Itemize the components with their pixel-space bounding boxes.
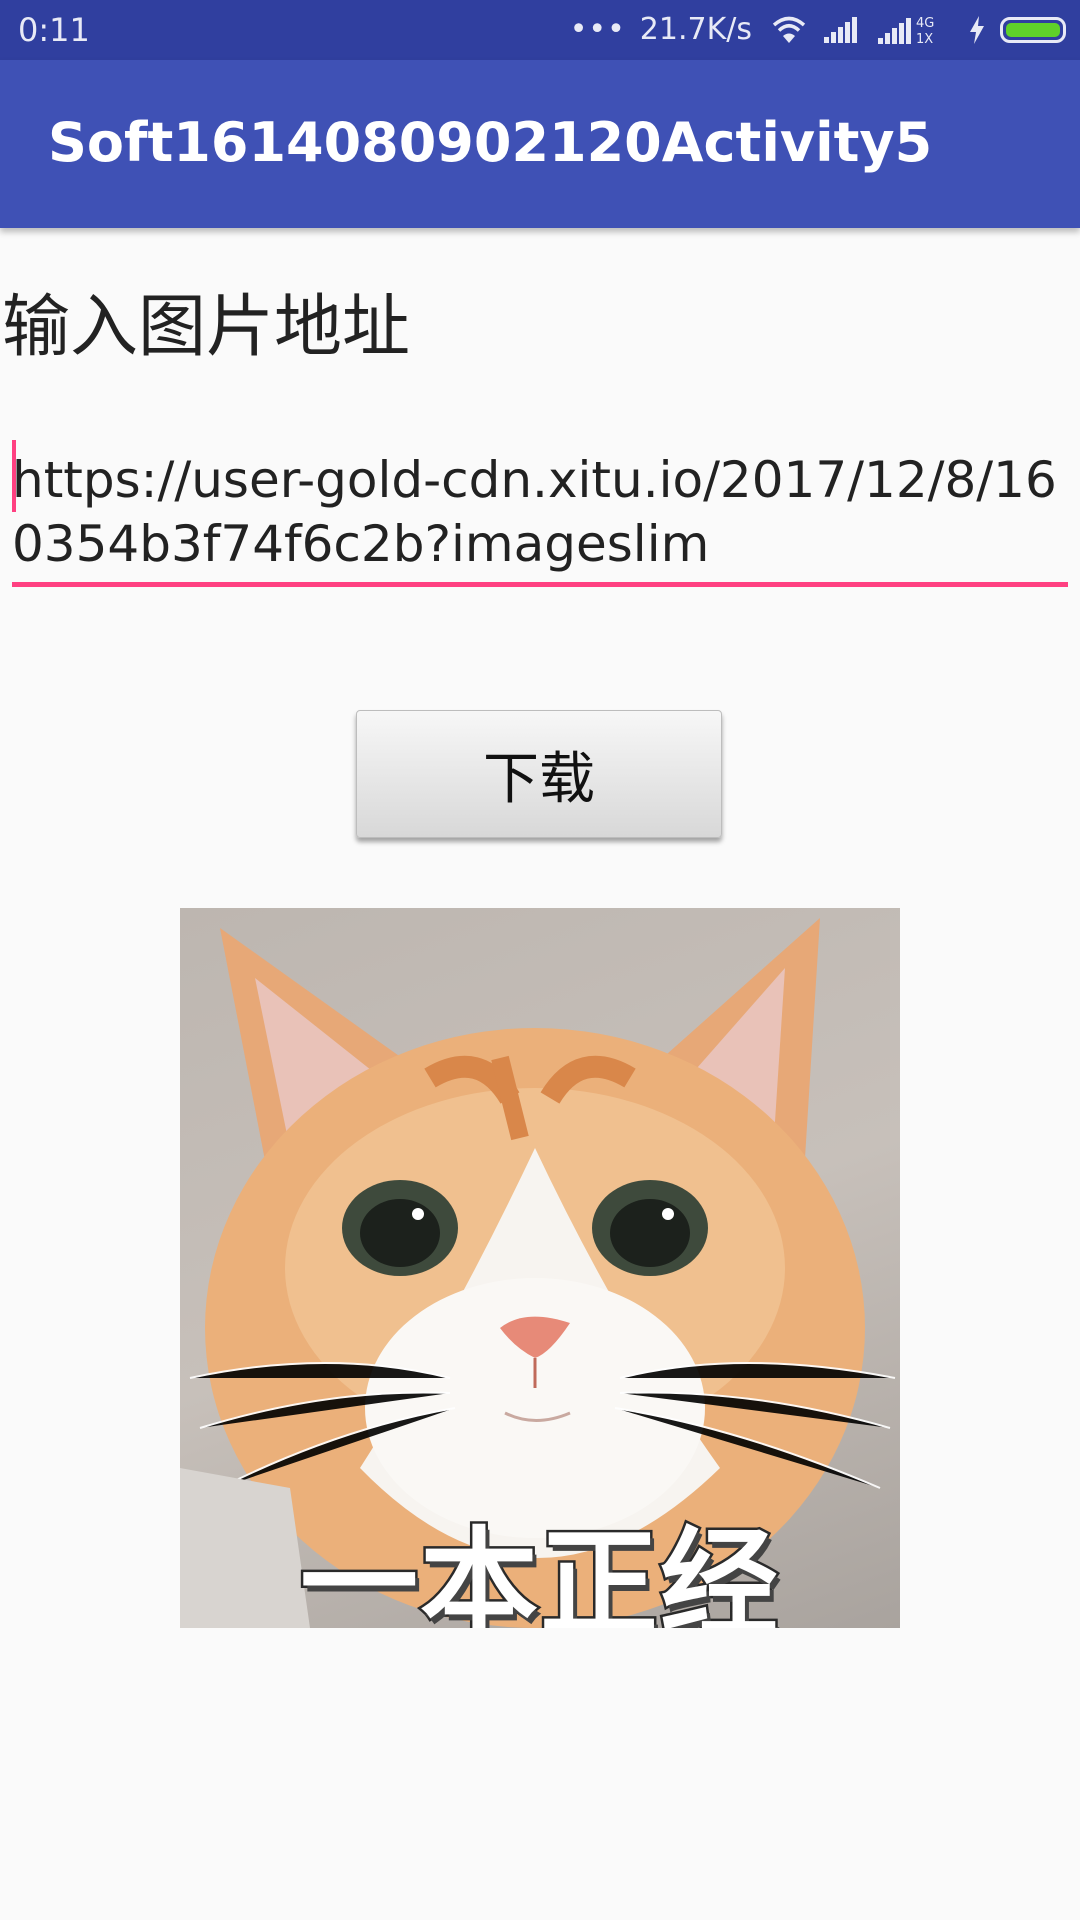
- network-speed: 21.7K/s: [639, 12, 752, 47]
- battery-icon: [1000, 17, 1066, 43]
- charging-icon: [968, 15, 986, 45]
- image-url-input-value[interactable]: https://user-gold-cdn.xitu.io/2017/12/8/…: [12, 448, 1068, 576]
- downloaded-cat-image: 一本正经: [180, 908, 900, 1628]
- input-underline: [12, 582, 1068, 587]
- image-url-label: 输入图片地址: [2, 288, 411, 367]
- signal-4g-icon: 4G 1X: [876, 14, 954, 46]
- screen: 0:11 ••• 21.7K/s 4G 1X Soft1614080902120…: [0, 0, 1080, 1920]
- status-bar: 0:11 ••• 21.7K/s 4G 1X: [0, 0, 1080, 60]
- image-url-input[interactable]: https://user-gold-cdn.xitu.io/2017/12/8/…: [12, 440, 1068, 590]
- download-button[interactable]: 下载: [356, 710, 722, 838]
- image-caption: 一本正经: [297, 1513, 780, 1629]
- network-type-4g: 4G: [916, 16, 934, 31]
- app-bar: Soft1614080902120Activity5: [0, 60, 1080, 228]
- status-icons: ••• 21.7K/s 4G 1X: [570, 10, 1066, 50]
- app-title: Soft1614080902120Activity5: [48, 111, 933, 174]
- more-notifications-icon: •••: [569, 12, 626, 47]
- wifi-icon: [770, 15, 808, 45]
- network-type-1x: 1X: [916, 32, 933, 46]
- battery-level: [1006, 23, 1060, 37]
- signal-icon: [822, 15, 862, 45]
- status-time: 0:11: [18, 11, 90, 49]
